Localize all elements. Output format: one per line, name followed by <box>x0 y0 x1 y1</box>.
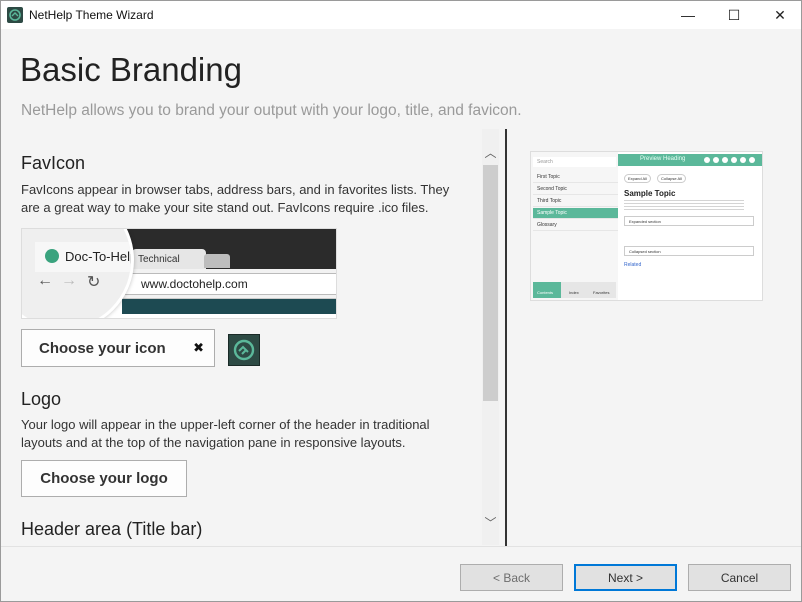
choose-icon-label: Choose your icon <box>39 339 166 357</box>
preview-search: Search <box>533 157 616 167</box>
close-button[interactable]: ✕ <box>757 1 801 29</box>
choose-icon-button[interactable]: Choose your icon ✖ <box>21 329 215 367</box>
preview-header-title: Preview Heading <box>640 156 686 162</box>
preview-links-title: Related <box>624 262 642 268</box>
settings-scroll-area[interactable]: FavIcon FavIcons appear in browser tabs,… <box>1 129 501 545</box>
magnifier-circle: Doc-To-Help ← → ↻ <box>22 229 134 318</box>
preview-footer-tab: Favorites <box>593 290 610 295</box>
vertical-scrollbar[interactable]: ︿ ﹀ <box>482 129 499 545</box>
wizard-window: NetHelp Theme Wizard — ☐ ✕ Basic Brandin… <box>0 0 802 602</box>
preview-toc-item: Second Topic <box>533 184 618 195</box>
browser-second-tab: Technical <box>132 249 206 271</box>
footer-divider <box>1 546 801 547</box>
preview-footer-tab: Contents <box>537 290 554 295</box>
chevron-down-icon[interactable]: ﹀ <box>482 513 499 531</box>
preview-expand-all: Expand All <box>624 174 651 183</box>
favicon-preview-icon <box>228 334 260 366</box>
preview-header-dot <box>749 157 755 163</box>
choose-logo-button[interactable]: Choose your logo <box>21 460 187 497</box>
app-icon <box>7 7 23 23</box>
preview-collapse-all: Collapse All <box>657 174 686 183</box>
favicon-icon <box>45 249 59 263</box>
preview-section: Collapsed section <box>624 246 754 256</box>
preview-body-lines <box>624 200 744 210</box>
maximize-button[interactable]: ☐ <box>711 1 757 29</box>
browser-third-tab <box>204 254 230 268</box>
window-title: NetHelp Theme Wizard <box>29 8 154 22</box>
cancel-button[interactable]: Cancel <box>688 564 791 591</box>
preview-header-dot <box>731 157 737 163</box>
scrollbar-thumb[interactable] <box>483 165 498 401</box>
preview-topic-title: Sample Topic <box>624 189 676 198</box>
preview-toc-item: Glossary <box>533 220 618 231</box>
preview-toc-item: Third Topic <box>533 196 618 207</box>
preview-header-dot <box>713 157 719 163</box>
chevron-up-icon[interactable]: ︿ <box>482 143 499 161</box>
preview-sidebar-footer: Contents Index Favorites <box>533 282 616 298</box>
theme-preview: Search First Topic Second Topic Third To… <box>530 151 763 301</box>
minimize-button[interactable]: — <box>665 1 711 29</box>
preview-header-dot <box>740 157 746 163</box>
next-button[interactable]: Next > <box>574 564 677 591</box>
logo-description: Your logo will appear in the upper-left … <box>21 417 430 450</box>
back-button[interactable]: < Back <box>460 564 563 591</box>
logo-section-title: Logo <box>21 389 62 409</box>
preview-content: Expand All Collapse All Sample Topic Exp… <box>621 172 759 300</box>
preview-header: Preview Heading <box>618 154 762 166</box>
preview-toc-item-active: Sample Topic <box>533 208 618 219</box>
refresh-icon: ↻ <box>87 274 101 291</box>
page-subtitle: NetHelp allows you to brand your output … <box>21 102 522 119</box>
browser-page-band <box>122 299 336 314</box>
panel-divider <box>505 129 507 546</box>
favicon-section-title: FavIcon <box>21 153 86 173</box>
forward-arrow-icon: → <box>61 272 77 289</box>
browser-url: www.doctohelp.com <box>122 273 336 295</box>
preview-footer-tab: Index <box>569 290 579 295</box>
page-title: Basic Branding <box>20 51 242 88</box>
favicon-sample-image: Technical www.doctohelp.com Doc-To-Help … <box>21 228 337 319</box>
title-bar: NetHelp Theme Wizard — ☐ ✕ <box>1 1 801 29</box>
preview-header-dot <box>704 157 710 163</box>
clear-icon[interactable]: ✖ <box>193 340 204 356</box>
back-arrow-icon: ← <box>37 272 53 289</box>
preview-sidebar: Search First Topic Second Topic Third To… <box>531 152 618 300</box>
favicon-description: FavIcons appear in browser tabs, address… <box>21 182 450 215</box>
preview-header-dot <box>722 157 728 163</box>
header-area-section-title: Header area (Title bar) <box>21 519 203 539</box>
preview-section: Expanded section <box>624 216 754 226</box>
preview-toc-item: First Topic <box>533 172 618 183</box>
